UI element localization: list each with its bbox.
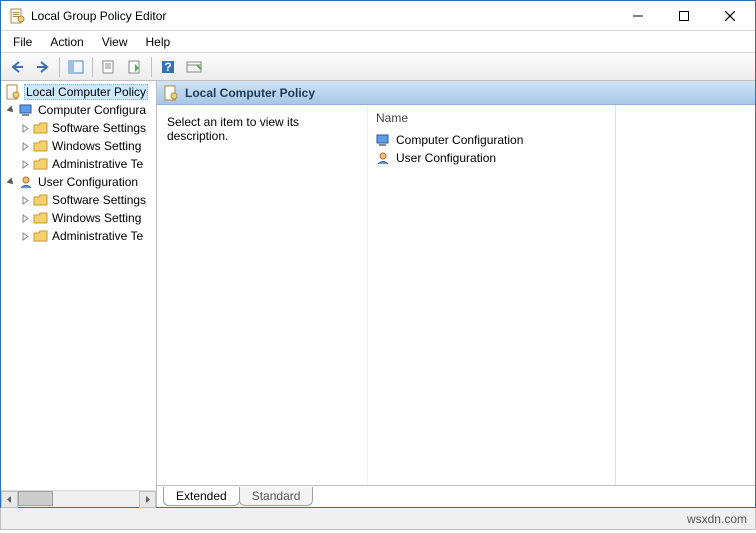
policy-icon xyxy=(5,84,21,100)
toolbar: ? xyxy=(1,53,755,81)
tree-admin-templates[interactable]: Administrative Te xyxy=(1,227,156,245)
expander-open-icon[interactable] xyxy=(5,176,17,188)
scroll-track[interactable] xyxy=(18,491,139,508)
scroll-left-icon[interactable] xyxy=(1,491,18,508)
description-column: Select an item to view its description. xyxy=(157,105,367,485)
app-window: Local Group Policy Editor File Action Vi… xyxy=(0,0,756,508)
tree-label: Local Computer Policy xyxy=(24,84,148,100)
list-item-computer-config[interactable]: Computer Configuration xyxy=(376,131,607,149)
tree-label: Windows Setting xyxy=(52,211,141,225)
policy-tree[interactable]: Local Computer Policy Computer Configura… xyxy=(1,81,156,490)
tab-standard[interactable]: Standard xyxy=(239,487,314,506)
expander-closed-icon[interactable] xyxy=(19,122,31,134)
folder-icon xyxy=(33,122,49,135)
policy-icon xyxy=(163,85,179,101)
folder-icon xyxy=(33,212,49,225)
list-item-user-config[interactable]: User Configuration xyxy=(376,149,607,167)
expander-closed-icon[interactable] xyxy=(19,158,31,170)
menu-action[interactable]: Action xyxy=(42,33,91,51)
properties-button[interactable] xyxy=(97,55,121,79)
tab-strip: Extended Standard xyxy=(157,485,755,507)
expander-closed-icon[interactable] xyxy=(19,140,31,152)
tree-h-scrollbar[interactable] xyxy=(1,490,156,507)
tree-software-settings[interactable]: Software Settings xyxy=(1,191,156,209)
toolbar-separator xyxy=(59,57,60,77)
minimize-button[interactable] xyxy=(615,2,661,30)
expander-closed-icon[interactable] xyxy=(19,212,31,224)
toolbar-separator xyxy=(151,57,152,77)
tree-label: User Configuration xyxy=(38,175,138,189)
empty-column xyxy=(616,105,755,485)
expander-open-icon[interactable] xyxy=(5,104,17,116)
status-text: wsxdn.com xyxy=(687,512,747,526)
app-icon xyxy=(9,8,25,24)
detail-title: Local Computer Policy xyxy=(185,86,315,100)
svg-text:?: ? xyxy=(164,60,171,74)
folder-icon xyxy=(33,194,49,207)
computer-icon xyxy=(376,133,392,147)
scroll-thumb[interactable] xyxy=(18,491,53,506)
user-icon xyxy=(376,151,392,165)
tree-windows-settings[interactable]: Windows Setting xyxy=(1,209,156,227)
tree-label: Software Settings xyxy=(52,121,146,135)
tree-label: Software Settings xyxy=(52,193,146,207)
computer-icon xyxy=(19,103,35,117)
folder-icon xyxy=(33,140,49,153)
titlebar: Local Group Policy Editor xyxy=(1,1,755,31)
menu-view[interactable]: View xyxy=(94,33,136,51)
window-title: Local Group Policy Editor xyxy=(31,9,615,23)
tree-root[interactable]: Local Computer Policy xyxy=(1,83,156,101)
export-list-button[interactable] xyxy=(123,55,147,79)
status-bar: wsxdn.com xyxy=(0,508,756,530)
expander-closed-icon[interactable] xyxy=(19,194,31,206)
detail-pane: Local Computer Policy Select an item to … xyxy=(157,81,755,507)
forward-button[interactable] xyxy=(31,55,55,79)
folder-icon xyxy=(33,230,49,243)
user-icon xyxy=(19,175,35,189)
close-button[interactable] xyxy=(707,2,753,30)
tree-label: Computer Configura xyxy=(38,103,146,117)
maximize-button[interactable] xyxy=(661,2,707,30)
tree-windows-settings[interactable]: Windows Setting xyxy=(1,137,156,155)
content-area: Local Computer Policy Computer Configura… xyxy=(1,81,755,507)
folder-icon xyxy=(33,158,49,171)
tree-software-settings[interactable]: Software Settings xyxy=(1,119,156,137)
tree-label: Administrative Te xyxy=(52,157,143,171)
tree-admin-templates[interactable]: Administrative Te xyxy=(1,155,156,173)
toolbar-separator xyxy=(92,57,93,77)
tab-extended[interactable]: Extended xyxy=(163,487,240,506)
tree-computer-config[interactable]: Computer Configura xyxy=(1,101,156,119)
filter-button[interactable] xyxy=(182,55,206,79)
show-hide-tree-button[interactable] xyxy=(64,55,88,79)
menu-file[interactable]: File xyxy=(5,33,40,51)
tree-label: Windows Setting xyxy=(52,139,141,153)
scroll-right-icon[interactable] xyxy=(139,491,156,508)
list-label: Computer Configuration xyxy=(396,133,523,147)
detail-body: Select an item to view its description. … xyxy=(157,105,755,485)
tree-label: Administrative Te xyxy=(52,229,143,243)
back-button[interactable] xyxy=(5,55,29,79)
expander-closed-icon[interactable] xyxy=(19,230,31,242)
list-column: Name Computer Configuration User Configu… xyxy=(367,105,615,485)
description-text: Select an item to view its description. xyxy=(167,115,299,143)
detail-header: Local Computer Policy xyxy=(157,81,755,105)
tree-pane: Local Computer Policy Computer Configura… xyxy=(1,81,157,507)
menu-help[interactable]: Help xyxy=(138,33,179,51)
name-column-header[interactable]: Name xyxy=(376,111,607,125)
menubar: File Action View Help xyxy=(1,31,755,53)
help-button[interactable]: ? xyxy=(156,55,180,79)
tree-user-config[interactable]: User Configuration xyxy=(1,173,156,191)
list-label: User Configuration xyxy=(396,151,496,165)
